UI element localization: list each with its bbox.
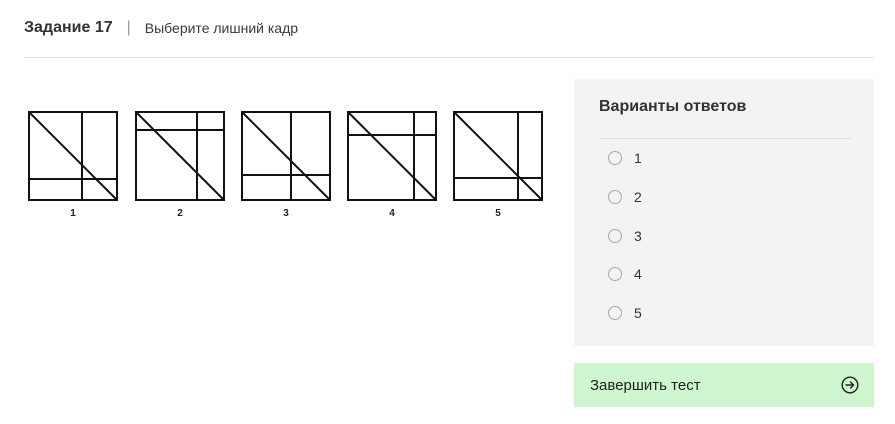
- frame-4-drawing: [347, 111, 437, 201]
- radio-button[interactable]: [608, 267, 622, 281]
- frame-4: 4: [347, 111, 437, 219]
- frame-label: 2: [177, 208, 183, 219]
- frame-3: 3: [241, 111, 331, 219]
- frame-1-drawing: [28, 111, 118, 201]
- frame-2: 2: [135, 111, 225, 219]
- finish-test-label: Завершить тест: [590, 376, 701, 394]
- frames-figure: 1 2 3 4 5: [28, 111, 548, 226]
- radio-button[interactable]: [608, 306, 622, 320]
- answer-option-1[interactable]: 1: [608, 148, 642, 168]
- test-page: Задание 17 | Выберите лишний кадр 1 2 3 …: [0, 0, 895, 424]
- header-separator: |: [126, 19, 131, 36]
- answers-divider: [599, 138, 851, 139]
- frame-2-drawing: [135, 111, 225, 201]
- answer-option-2[interactable]: 2: [608, 187, 642, 207]
- answers-title: Варианты ответов: [599, 98, 747, 115]
- radio-button[interactable]: [608, 190, 622, 204]
- answer-option-3[interactable]: 3: [608, 226, 642, 246]
- option-label: 1: [634, 150, 642, 166]
- header-divider: [24, 57, 874, 58]
- task-instruction: Выберите лишний кадр: [144, 20, 299, 36]
- finish-test-button[interactable]: Завершить тест: [574, 363, 874, 407]
- option-label: 4: [634, 266, 642, 282]
- frame-label: 1: [70, 208, 76, 219]
- answer-option-5[interactable]: 5: [608, 303, 642, 323]
- arrow-right-circle-icon: [841, 376, 859, 394]
- task-title: Задание 17: [24, 19, 113, 36]
- task-header: Задание 17 | Выберите лишний кадр: [24, 16, 298, 40]
- frame-5-drawing: [453, 111, 543, 201]
- option-label: 3: [634, 228, 642, 244]
- frame-label: 4: [389, 208, 395, 219]
- radio-button[interactable]: [608, 151, 622, 165]
- frame-5: 5: [453, 111, 543, 219]
- frame-label: 3: [283, 208, 289, 219]
- radio-button[interactable]: [608, 229, 622, 243]
- frame-label: 5: [495, 208, 501, 219]
- option-label: 5: [634, 305, 642, 321]
- frame-3-drawing: [241, 111, 331, 201]
- answers-panel: Варианты ответов 1 2 3 4 5: [574, 79, 874, 346]
- option-label: 2: [634, 189, 642, 205]
- frame-1: 1: [28, 111, 118, 219]
- answer-option-4[interactable]: 4: [608, 264, 642, 284]
